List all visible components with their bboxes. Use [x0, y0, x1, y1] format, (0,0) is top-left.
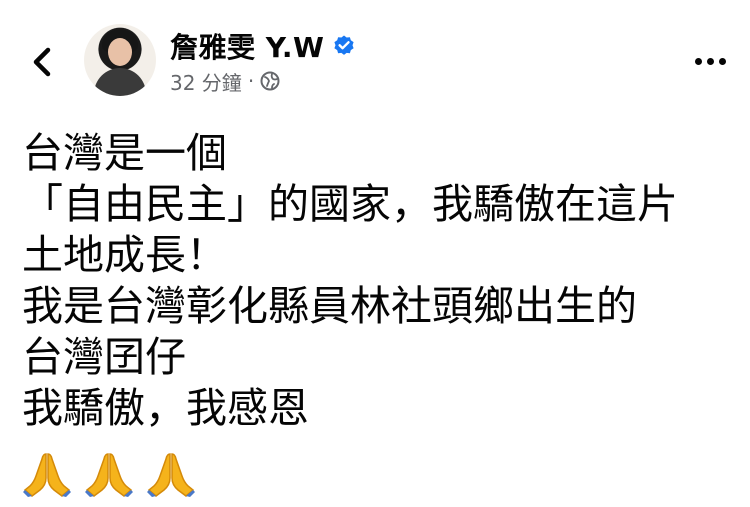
post-text-line: 我是台灣彰化縣員林社頭鄉出生的 [22, 282, 637, 330]
author-row: 詹雅雯 Y.W [170, 28, 356, 64]
avatar[interactable] [84, 24, 156, 96]
post-text-line: 台灣囝仔 [22, 333, 186, 381]
author-name[interactable]: 詹雅雯 Y.W [170, 26, 324, 66]
more-options-button[interactable] [692, 46, 728, 76]
back-button[interactable] [22, 42, 62, 82]
more-dot [706, 57, 714, 65]
post-header: 詹雅雯 Y.W 32 分鐘 · [0, 0, 750, 110]
chevron-left-icon [33, 47, 51, 77]
folded-hands-icon [23, 453, 71, 497]
emoji-row [22, 450, 196, 498]
more-dot [694, 57, 702, 65]
meta-separator: · [247, 69, 255, 93]
post-text-line: 「自由民主」的國家，我驕傲在這片 [22, 180, 678, 228]
post-text: 台灣是一個 「自由民主」的國家，我驕傲在這片 土地成長！ 我是台灣彰化縣員林社頭… [22, 128, 732, 434]
avatar-shirt [94, 68, 146, 96]
folded-hands-icon [147, 453, 195, 497]
folded-hands-icon [85, 453, 133, 497]
post-text-line: 台灣是一個 [22, 129, 227, 177]
post-meta: 32 分鐘 · [170, 67, 280, 96]
post-text-line: 我驕傲，我感恩 [22, 384, 309, 432]
post-text-line: 土地成長！ [22, 231, 227, 279]
post-time[interactable]: 32 分鐘 [170, 67, 242, 96]
globe-icon [260, 71, 280, 91]
verified-badge-icon [332, 34, 356, 58]
avatar-face [108, 38, 132, 66]
more-dot [718, 57, 726, 65]
